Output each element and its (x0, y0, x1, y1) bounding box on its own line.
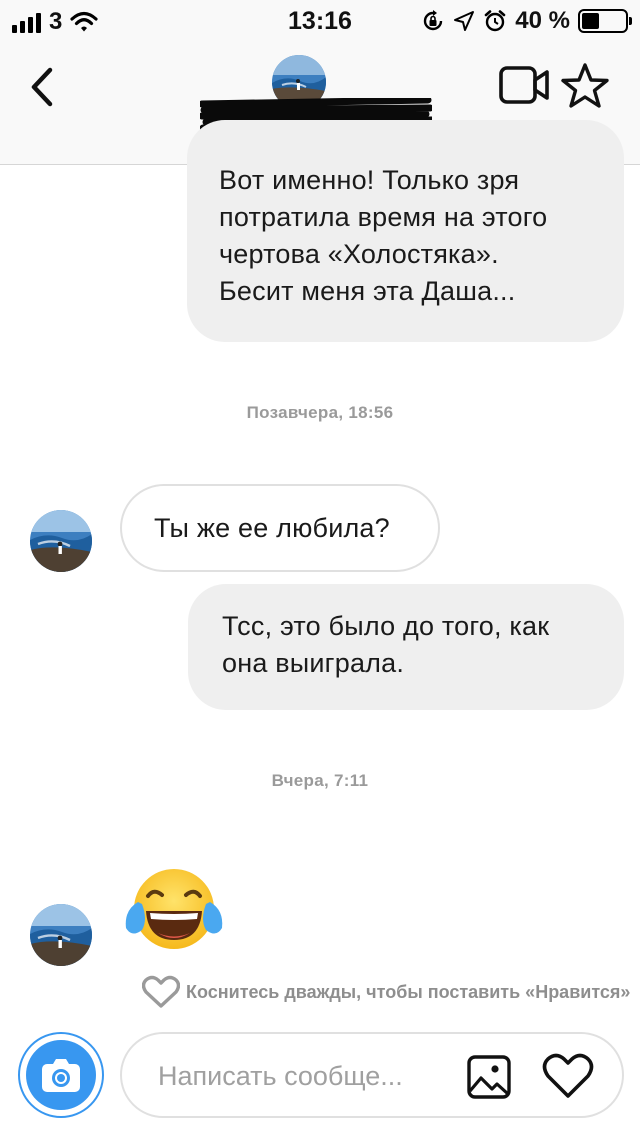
message-line: Тсс, это было до того, как (222, 611, 550, 641)
camera-button[interactable] (18, 1032, 104, 1118)
message-line: потратила время на этого (219, 202, 548, 232)
avatar-photo (30, 904, 92, 966)
tears-of-joy-emoji[interactable] (122, 866, 226, 952)
image-icon (467, 1055, 511, 1099)
status-right: 40 % (421, 7, 632, 35)
location-arrow-icon (454, 11, 475, 31)
camera-icon (42, 1059, 80, 1092)
heart-icon (542, 1053, 594, 1098)
battery-percent: 40 % (515, 7, 570, 34)
message-timestamp: Вчера, 7:11 (271, 771, 369, 790)
battery-level (582, 13, 599, 29)
video-camera-icon (499, 66, 549, 104)
message-bubble-outgoing[interactable]: Тсс, это было до того, как она выиграла. (188, 584, 624, 710)
message-bubble-outgoing[interactable]: Вот именно! Только зря потратила время н… (187, 120, 624, 342)
gallery-button[interactable] (466, 1054, 512, 1100)
message-timestamp: Позавчера, 18:56 (246, 403, 394, 422)
message-line: чертова «Холостяка». (219, 239, 499, 269)
message-composer (120, 1032, 624, 1118)
rotation-lock-icon (424, 10, 443, 31)
message-input[interactable] (158, 1054, 448, 1098)
avatar-photo (30, 510, 92, 572)
sender-avatar[interactable] (30, 510, 92, 572)
battery-icon (578, 9, 632, 33)
message-line: Вот именно! Только зря (219, 165, 520, 195)
alarm-clock-icon (484, 10, 506, 32)
message-bubble-incoming[interactable]: Ты же ее любила? (120, 484, 440, 572)
message-text: Ты же ее любила? (154, 513, 390, 543)
star-icon (561, 63, 609, 108)
status-bar: 3 13:16 40 % (0, 0, 640, 40)
camera-button-fill (26, 1040, 96, 1110)
heart-button[interactable] (542, 1052, 594, 1100)
chevron-left-icon (31, 67, 53, 107)
message-line: она выиграла. (222, 648, 405, 678)
favorite-button[interactable] (560, 62, 610, 110)
double-tap-like-hint: Коснитесь дважды, чтобы поставить «Нрави… (142, 972, 640, 1012)
heart-icon (142, 975, 180, 1008)
like-hint-text: Коснитесь дважды, чтобы поставить «Нрави… (186, 981, 631, 1002)
video-call-button[interactable] (498, 64, 550, 106)
back-button[interactable] (20, 62, 64, 112)
message-line: Бесит меня эта Даша... (219, 276, 516, 306)
sender-avatar[interactable] (30, 904, 92, 966)
